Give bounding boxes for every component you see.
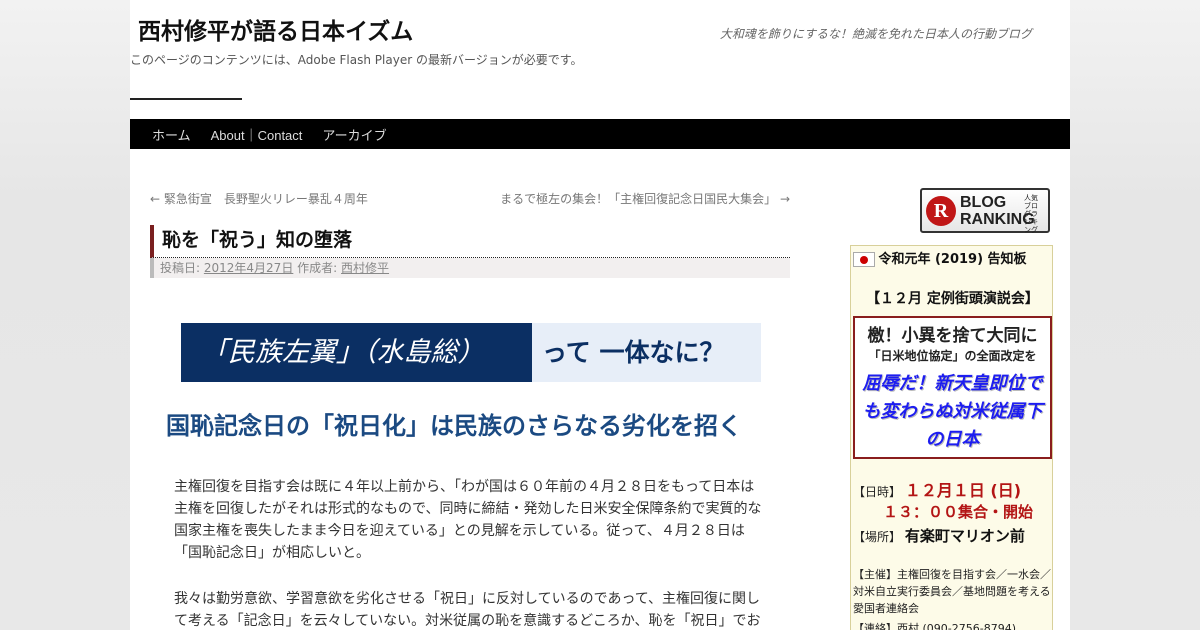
- post-author-link[interactable]: 西村修平: [341, 261, 389, 275]
- meta-author-label: 作成者:: [297, 261, 338, 275]
- post-paragraph: 主権回復を目指す会は既に４年以上前から、「わが国は６０年前の４月２８日をもって日…: [174, 479, 762, 561]
- post-banner-image: 「民族左翼」（水島総） って 一体なに？: [181, 323, 761, 382]
- site-title[interactable]: 西村修平が語る日本イズム: [138, 12, 413, 46]
- slogan-line1: 檄！小異を捨て大同に: [867, 326, 1038, 346]
- post-headline: 国恥記念日の「祝日化」は民族のさらなる劣化を招く: [166, 412, 742, 440]
- post-paragraph: 我々は勤労意欲、学習意欲を劣化させる「祝日」に反対しているのであって、主権回復に…: [174, 591, 761, 629]
- date-value: １２月１日 (日): [904, 481, 1022, 500]
- place-label: 【場所】: [853, 530, 902, 544]
- main-nav: ホーム About｜Contact アーカイブ: [130, 119, 1070, 149]
- blog-ranking-banner[interactable]: R BLOG RANKING 人気ブログランキング: [920, 188, 1050, 234]
- nav-item-archive[interactable]: アーカイブ: [312, 125, 396, 144]
- nav-item-home[interactable]: ホーム: [142, 125, 201, 144]
- notice-subtitle: 【１２月 定例街頭演説会】: [866, 291, 1039, 307]
- banner-right-text: って 一体なに？: [532, 323, 761, 382]
- blog-ranking-tiny-label: 人気ブログランキング: [1024, 194, 1038, 234]
- ranking-logo-icon: R: [926, 195, 956, 226]
- notice-title: 令和元年 (2019) 告知板: [878, 252, 1027, 267]
- slogan-line3: 屈辱だ！新天皇即位でも変わらぬ対米従属下の日本: [862, 373, 1043, 450]
- slogan-line2: 「日米地位協定」の全面改定を: [868, 349, 1037, 363]
- place-value: 有楽町マリオン前: [904, 527, 1025, 545]
- notice-organizer: 【主催】主権回復を目指す会／一水会／対米自立実行委員会／基地問題を考える愛国者連…: [853, 568, 1051, 615]
- nav-item-about-contact[interactable]: About｜Contact: [201, 125, 313, 144]
- flash-player-note: このページのコンテンツには、Adobe Flash Player の最新バージョ…: [130, 53, 583, 67]
- banner-left-text: 「民族左翼」（水島総）: [181, 323, 532, 382]
- page-container: 西村修平が語る日本イズム 大和魂を飾りにするな！絶滅を免れた日本人の行動ブログ …: [130, 0, 1070, 630]
- post-title: 恥を「祝う」知の堕落: [150, 225, 790, 258]
- notice-slogan-box: 檄！小異を捨て大同に 「日米地位協定」の全面改定を 屈辱だ！新天皇即位でも変わら…: [853, 316, 1052, 459]
- site-description: 大和魂を飾りにするな！絶滅を免れた日本人の行動ブログ: [719, 27, 1032, 41]
- notice-board: 令和元年 (2019) 告知板 【１２月 定例街頭演説会】 檄！小異を捨て大同に…: [850, 245, 1053, 630]
- previous-post-link[interactable]: ← 緊急街宣 長野聖火リレー暴乱４周年: [150, 190, 368, 207]
- notice-time: １３：００集合・開始: [883, 503, 1034, 521]
- next-post-link[interactable]: まるで極左の集会！「主権回復記念日国民大集会」 →: [500, 190, 790, 207]
- notice-date-row: 【日時】 １２月１日 (日): [853, 477, 1021, 501]
- post-date-link[interactable]: 2012年4月27日: [204, 261, 293, 275]
- notice-place-row: 【場所】 有楽町マリオン前: [853, 525, 1025, 546]
- post-meta: 投稿日: 2012年4月27日 作成者: 西村修平: [150, 258, 790, 278]
- blog-ranking-line1: BLOG: [960, 193, 1007, 211]
- meta-posted-label: 投稿日:: [160, 261, 201, 275]
- header-divider: [130, 98, 242, 100]
- date-label: 【日時】: [853, 485, 902, 499]
- notice-contact: 【連絡】西村 (090-2756-8794): [853, 622, 1017, 630]
